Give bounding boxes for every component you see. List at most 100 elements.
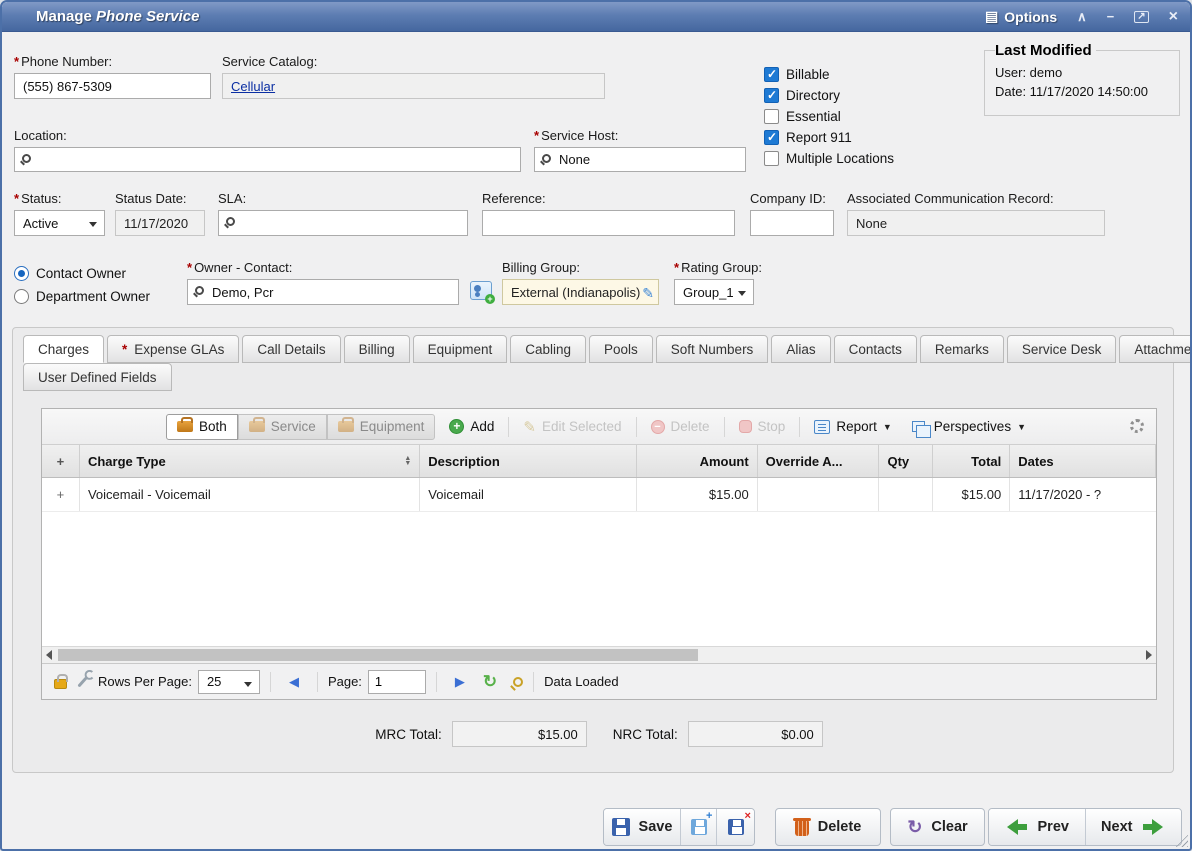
essential-checkbox[interactable] <box>764 109 779 124</box>
delete-button[interactable]: Delete <box>775 808 881 846</box>
cell-amount: $15.00 <box>637 478 758 511</box>
sla-input[interactable] <box>218 210 468 236</box>
wrench-icon[interactable] <box>77 676 87 687</box>
horizontal-scrollbar[interactable] <box>42 646 1156 663</box>
gear-icon[interactable] <box>1130 419 1144 433</box>
sort-icon[interactable]: ▲▼ <box>404 456 411 466</box>
report-911-checkbox[interactable] <box>764 130 779 145</box>
rows-per-page-select[interactable]: 25 <box>198 670 260 694</box>
clear-button[interactable]: ↻ Clear <box>890 808 985 846</box>
perspectives-button[interactable]: Perspectives ▼ <box>906 414 1032 440</box>
tab-user-defined-fields[interactable]: User Defined Fields <box>23 363 172 391</box>
scroll-right-arrow[interactable] <box>1146 650 1152 660</box>
chevron-down-icon: ▼ <box>883 422 892 432</box>
page-input[interactable] <box>368 670 426 694</box>
reference-input[interactable] <box>482 210 735 236</box>
tab-equipment[interactable]: Equipment <box>413 335 508 363</box>
owner-contact-input[interactable]: Demo, Pcr <box>187 279 459 305</box>
tab-call-details[interactable]: Call Details <box>242 335 340 363</box>
company-id-input[interactable] <box>750 210 834 236</box>
next-arrow-icon <box>1141 819 1165 835</box>
column-header-override-amount[interactable]: Override A... <box>758 445 880 477</box>
checkbox-directory[interactable]: Directory <box>764 85 894 106</box>
save-button[interactable]: Save <box>604 809 681 845</box>
save-and-close-button[interactable]: × <box>717 809 754 845</box>
checkbox-report-911[interactable]: Report 911 <box>764 127 894 148</box>
column-header-total[interactable]: Total <box>933 445 1010 477</box>
rating-group-select[interactable]: Group_1 <box>674 279 754 305</box>
status-date-field: 11/17/2020 <box>115 210 205 236</box>
radio-department-owner[interactable]: Department Owner <box>14 286 150 307</box>
radio-contact-owner[interactable]: Contact Owner <box>14 263 150 284</box>
column-header-qty[interactable]: Qty <box>879 445 933 477</box>
report-button[interactable]: Report ▼ <box>808 414 897 440</box>
phone-number-input[interactable] <box>14 73 211 99</box>
popout-icon[interactable]: ↗ <box>1134 11 1148 23</box>
delete-row-button[interactable]: − Delete <box>645 414 716 440</box>
grid-search-icon[interactable] <box>513 677 523 687</box>
edit-pencil-icon[interactable]: ✎ <box>642 285 654 302</box>
tab-attachments[interactable]: Attachments <box>1119 335 1192 363</box>
expand-column-header[interactable]: + <box>42 445 80 477</box>
tab-expense-glas[interactable]: *Expense GLAs <box>107 335 239 363</box>
last-modified-date: Date: 11/17/2020 14:50:00 <box>995 84 1169 99</box>
tab-cabling[interactable]: Cabling <box>510 335 586 363</box>
contact-owner-radio[interactable] <box>14 266 29 281</box>
column-header-description[interactable]: Description <box>420 445 637 477</box>
next-page-icon[interactable]: ▶ <box>447 674 473 690</box>
location-input[interactable] <box>14 147 521 172</box>
tab-charges[interactable]: Charges <box>23 335 104 363</box>
collapse-icon[interactable]: ∧ <box>1077 10 1087 23</box>
checkbox-billable[interactable]: Billable <box>764 64 894 85</box>
edit-selected-button[interactable]: ✎ Edit Selected <box>517 414 627 440</box>
tab-remarks[interactable]: Remarks <box>920 335 1004 363</box>
view-both-button[interactable]: Both <box>166 414 238 440</box>
minimize-icon[interactable]: − <box>1107 10 1115 23</box>
department-owner-radio[interactable] <box>14 289 29 304</box>
column-header-amount[interactable]: Amount <box>637 445 758 477</box>
prev-page-icon[interactable]: ◀ <box>281 674 307 690</box>
service-host-input[interactable]: None <box>534 147 746 172</box>
checkbox-multiple-locations[interactable]: Multiple Locations <box>764 148 894 169</box>
view-equipment-button[interactable]: Equipment <box>327 414 436 440</box>
close-icon[interactable]: × <box>1169 9 1178 25</box>
row-expand-icon[interactable]: + <box>42 478 80 511</box>
prev-button[interactable]: Prev <box>989 809 1086 845</box>
stop-button[interactable]: Stop <box>733 414 792 440</box>
tab-alias[interactable]: Alias <box>771 335 830 363</box>
scrollbar-thumb[interactable] <box>58 649 698 661</box>
table-row[interactable]: + Voicemail - Voicemail Voicemail $15.00… <box>42 478 1156 512</box>
multiple-locations-checkbox[interactable] <box>764 151 779 166</box>
view-service-button[interactable]: Service <box>238 414 327 440</box>
tab-billing[interactable]: Billing <box>344 335 410 363</box>
save-and-new-button[interactable]: + <box>681 809 718 845</box>
next-button[interactable]: Next <box>1086 809 1182 845</box>
column-header-charge-type[interactable]: Charge Type ▲▼ <box>80 445 420 477</box>
add-contact-icon[interactable] <box>470 281 492 300</box>
refresh-icon[interactable]: ↻ <box>483 672 497 692</box>
required-icon: * <box>187 260 192 275</box>
tab-service-desk[interactable]: Service Desk <box>1007 335 1117 363</box>
status-field-group: *Status: Active <box>14 191 105 236</box>
tab-pools[interactable]: Pools <box>589 335 653 363</box>
checkbox-essential[interactable]: Essential <box>764 106 894 127</box>
add-button[interactable]: + Add <box>443 414 500 440</box>
column-header-dates[interactable]: Dates <box>1010 445 1156 477</box>
save-and-new-icon <box>691 819 707 835</box>
sla-field-group: SLA: <box>218 191 468 236</box>
service-catalog-link[interactable]: Cellular <box>231 79 275 94</box>
required-icon: * <box>674 260 679 275</box>
lock-icon[interactable] <box>54 679 67 689</box>
chevron-down-icon: ▼ <box>1017 422 1026 432</box>
scroll-left-arrow[interactable] <box>46 650 52 660</box>
location-label: Location: <box>14 128 521 143</box>
status-select[interactable]: Active <box>14 210 105 236</box>
billable-checkbox[interactable] <box>764 67 779 82</box>
options-button[interactable]: ▤ Options <box>985 8 1057 25</box>
nrc-total-field: $0.00 <box>688 721 823 747</box>
cell-charge-type: Voicemail - Voicemail <box>80 478 420 511</box>
tab-contacts[interactable]: Contacts <box>834 335 917 363</box>
trash-icon <box>795 821 809 836</box>
tab-soft-numbers[interactable]: Soft Numbers <box>656 335 769 363</box>
directory-checkbox[interactable] <box>764 88 779 103</box>
